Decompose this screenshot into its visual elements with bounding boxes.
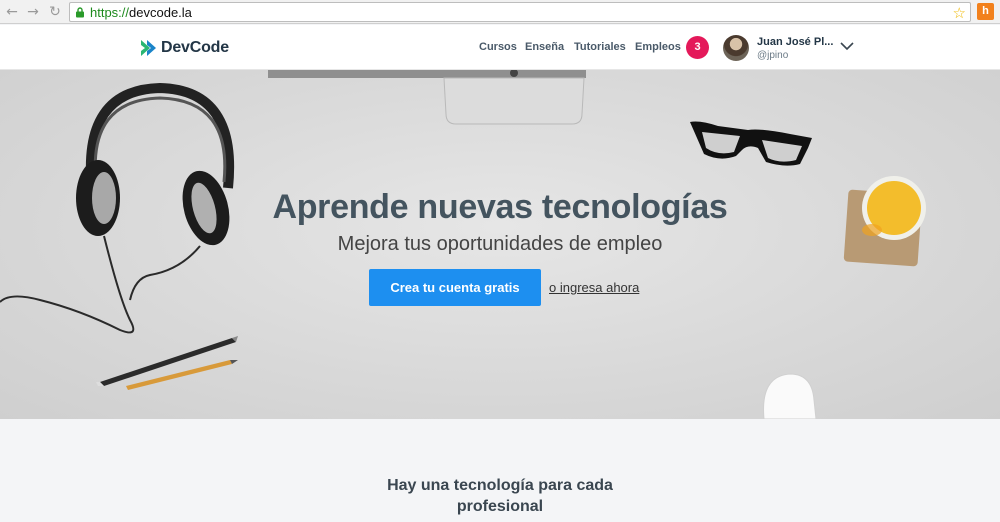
user-handle: @jpino [757,50,789,61]
extension-icon[interactable]: h [977,3,994,20]
logo-text: DevCode [161,39,229,56]
glasses-icon [690,121,812,166]
section-title: Hay una tecnología para cada profesional [387,477,613,515]
nav-tutoriales[interactable]: Tutoriales [574,41,626,53]
browser-toolbar: ← → ↻ https://devcode.la ☆ h [0,0,1000,24]
site-header: DevCode Cursos Enseña Tutoriales Empleos… [0,25,1000,70]
login-link[interactable]: o ingresa ahora [549,280,639,295]
nav-empleos[interactable]: Empleos [635,41,681,53]
notification-badge[interactable]: 3 [686,36,709,59]
devcode-logo[interactable]: DevCode [140,37,229,59]
bookmark-star-icon[interactable]: ☆ [953,4,966,22]
hero-banner: Aprende nuevas tecnologías Mejora tus op… [0,70,1000,419]
user-name[interactable]: Juan José Pl... [757,36,833,48]
reload-icon[interactable]: ↻ [47,4,63,20]
technologies-section: Hay una tecnología para cada profesional [0,419,1000,522]
mouse-icon [763,373,817,419]
nav-cursos[interactable]: Cursos [479,41,517,53]
logo-chevron-icon [141,40,156,56]
avatar[interactable] [723,35,749,61]
hero-subtitle: Mejora tus oportunidades de empleo [337,233,663,255]
create-account-button[interactable]: Crea tu cuenta gratis [369,269,541,306]
url-text: https://devcode.la [90,5,192,20]
monitor-stand-icon [268,70,586,125]
chevron-down-icon[interactable] [840,41,854,51]
forward-icon[interactable]: → [25,4,41,20]
lock-icon [76,7,84,18]
nav-ensena[interactable]: Enseña [525,41,564,53]
pencils-icon [96,336,238,390]
back-icon[interactable]: ← [4,4,20,20]
address-bar[interactable]: https://devcode.la ☆ [69,2,971,22]
hero-title: Aprende nuevas tecnologías [272,188,728,226]
